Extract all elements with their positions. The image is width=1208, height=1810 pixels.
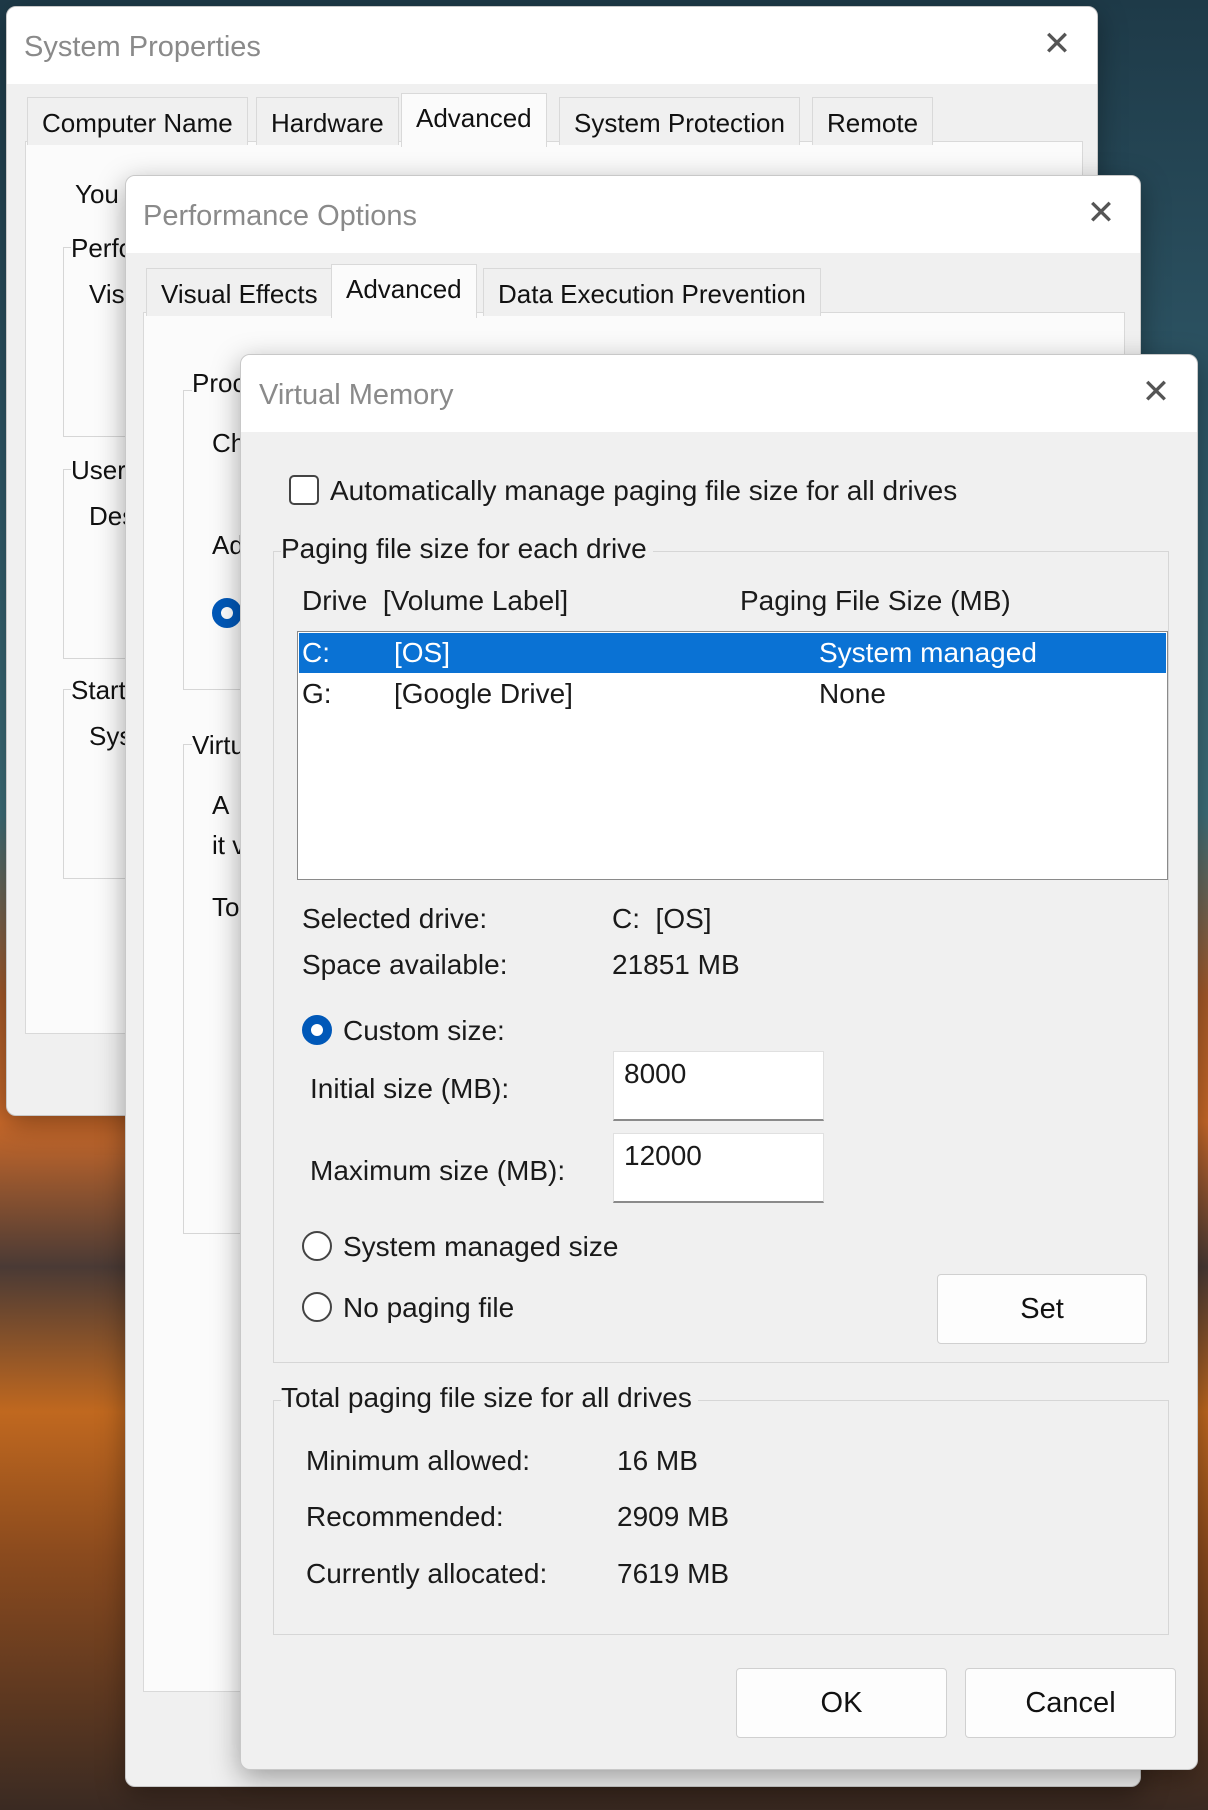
auto-manage-checkbox[interactable] (289, 475, 319, 505)
drive-paging-size: System managed (819, 637, 1037, 668)
po-text-fragment: A (212, 790, 230, 820)
sp-user-profiles-label: User (71, 455, 126, 486)
custom-size-radio[interactable] (302, 1015, 332, 1045)
close-icon[interactable]: ✕ (1141, 375, 1171, 409)
performance-options-title: Performance Options (143, 200, 418, 232)
close-icon[interactable]: ✕ (1042, 27, 1072, 61)
recommended-value: 2909 MB (617, 1501, 730, 1532)
tab-computer-name[interactable]: Computer Name (27, 97, 248, 145)
drive-letter: C: (302, 637, 330, 668)
tab-remote[interactable]: Remote (812, 97, 934, 145)
tab-advanced[interactable]: Advanced (331, 264, 477, 318)
list-item[interactable]: G: [Google Drive] None (299, 674, 1166, 714)
system-properties-title: System Properties (24, 31, 261, 63)
drive-list[interactable]: C: [OS] System managed G: [Google Drive]… (297, 631, 1168, 880)
min-allowed-value: 16 MB (617, 1445, 698, 1476)
space-available-label: Space available: (302, 949, 508, 980)
maximum-size-input[interactable]: 12000 (613, 1133, 824, 1203)
currently-allocated-label: Currently allocated: (306, 1558, 548, 1589)
drive-paging-size: None (819, 678, 886, 709)
space-available-value: 21851 MB (612, 949, 740, 980)
total-group-label: Total paging file size for all drives (281, 1382, 698, 1414)
maximum-size-label: Maximum size (MB): (310, 1155, 566, 1186)
ok-button[interactable]: OK (736, 1668, 947, 1738)
po-virtual-memory-label: Virtu (192, 730, 245, 761)
auto-manage-label[interactable]: Automatically manage paging file size fo… (330, 475, 957, 507)
recommended-label: Recommended: (306, 1501, 504, 1532)
no-paging-radio[interactable] (302, 1292, 332, 1322)
tab-data-execution-prevention[interactable]: Data Execution Prevention (483, 268, 821, 316)
virtual-memory-title: Virtual Memory (259, 379, 454, 411)
performance-options-titlebar[interactable]: Performance Options ✕ (126, 176, 1140, 253)
po-processor-label: Proc (192, 368, 246, 399)
selected-drive-label: Selected drive: (302, 903, 488, 934)
min-allowed-label: Minimum allowed: (306, 1445, 531, 1476)
tab-advanced[interactable]: Advanced (401, 93, 547, 147)
sp-startup-label: Start (71, 675, 126, 706)
tab-hardware[interactable]: Hardware (256, 97, 399, 145)
list-item[interactable]: C: [OS] System managed (299, 633, 1166, 673)
drive-label: [Google Drive] (394, 678, 573, 709)
po-radio[interactable] (212, 598, 242, 628)
sp-text-fragment: You (75, 179, 119, 209)
drive-letter: G: (302, 678, 332, 709)
no-paging-label[interactable]: No paging file (343, 1292, 514, 1324)
close-icon[interactable]: ✕ (1086, 196, 1116, 230)
sp-text-fragment: Vis (89, 279, 125, 309)
system-properties-titlebar[interactable]: System Properties ✕ (7, 7, 1097, 84)
list-header-size: Paging File Size (MB) (740, 585, 1011, 616)
virtual-memory-window: Virtual Memory ✕ Automatically manage pa… (240, 354, 1198, 1770)
po-text-fragment: To (212, 892, 240, 922)
list-header-drive: Drive [Volume Label] (302, 585, 569, 616)
system-managed-label[interactable]: System managed size (343, 1231, 618, 1263)
paging-group-label: Paging file size for each drive (281, 533, 653, 565)
drive-label: [OS] (394, 637, 451, 668)
tab-visual-effects[interactable]: Visual Effects (146, 268, 333, 316)
selected-drive-value: C: [OS] (612, 903, 712, 934)
system-managed-radio[interactable] (302, 1231, 332, 1261)
custom-size-label[interactable]: Custom size: (343, 1015, 505, 1047)
initial-size-input[interactable]: 8000 (613, 1051, 824, 1121)
initial-size-label: Initial size (MB): (310, 1073, 510, 1104)
tab-system-protection[interactable]: System Protection (559, 97, 800, 145)
cancel-button[interactable]: Cancel (965, 1668, 1176, 1738)
currently-allocated-value: 7619 MB (617, 1558, 730, 1589)
set-button[interactable]: Set (937, 1274, 1147, 1344)
virtual-memory-titlebar[interactable]: Virtual Memory ✕ (241, 355, 1197, 432)
sp-performance-label: Perfo (71, 233, 134, 264)
